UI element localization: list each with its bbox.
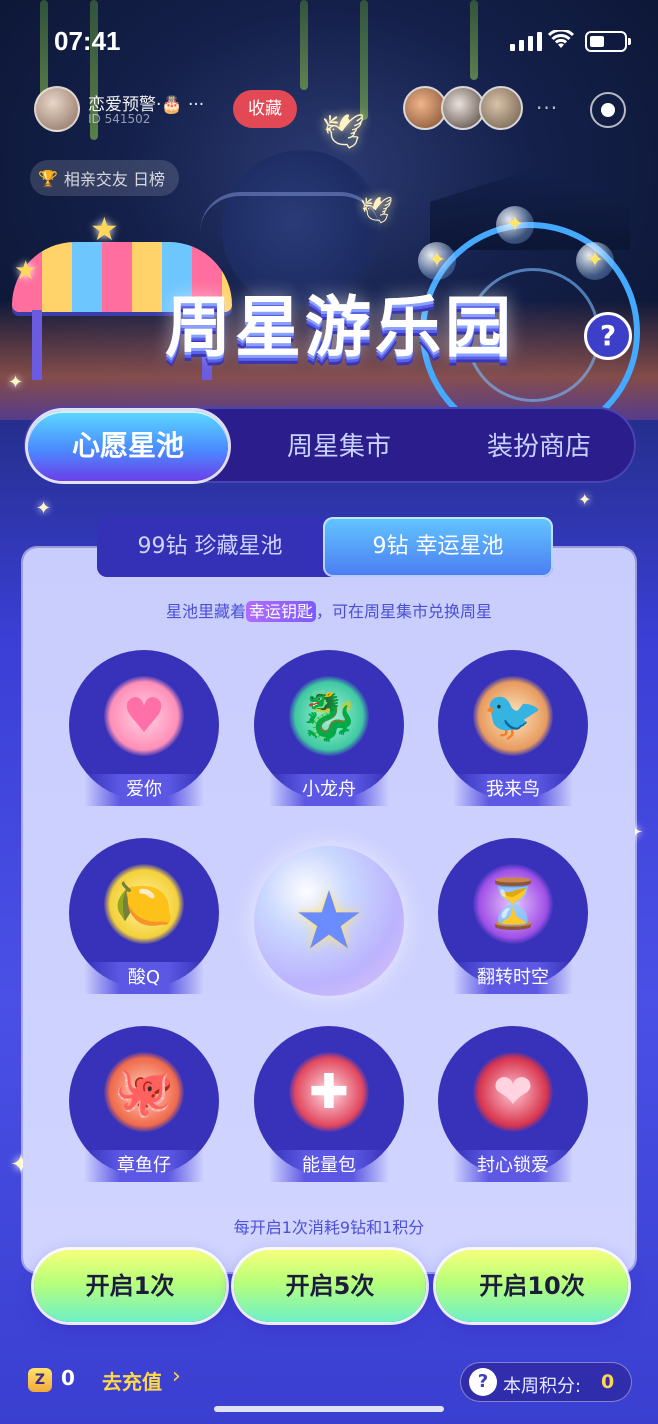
lemon-face-icon: 🍋 [104,864,184,944]
lucky-key-highlight: 幸运钥匙 [245,601,316,622]
help-icon[interactable]: ? [469,1368,497,1396]
prize-item[interactable]: ⏳ 翻转时空 [438,838,588,994]
prize-item[interactable]: ✚ 能量包 [254,1026,404,1182]
bridge [200,192,380,232]
prize-item[interactable]: 🍋 酸Q [69,838,219,994]
weekly-points[interactable]: ? 本周积分: 0 [460,1362,632,1402]
trophy-icon: 🏆 [38,168,58,188]
more-icon[interactable]: ··· [536,96,558,120]
tab-dressup-shop[interactable]: 装扮商店 [444,409,634,485]
star-icon: ★ [293,874,365,967]
cost-text: 每开启1次消耗9钻和1积分 [233,1218,425,1237]
room-id: ID 541502 [88,112,151,126]
prize-label: 封心锁爱 [453,1150,573,1182]
prize-item[interactable]: ♥ 爱你 [69,650,219,806]
room-avatar[interactable] [34,86,80,132]
top-users[interactable] [403,86,523,130]
star-pool-orb[interactable]: ★ [254,846,404,996]
recharge-link[interactable]: 去充值 [102,1366,162,1395]
dragon-boat-icon: 🐉 [289,676,369,756]
hourglass-icon: ⏳ [473,864,553,944]
prize-label: 翻转时空 [453,962,573,994]
tab-lucky-pool[interactable]: 9钻 幸运星池 [323,517,553,577]
tab-star-market[interactable]: 周星集市 [244,409,434,485]
prize-item[interactable]: ❤ 封心锁爱 [438,1026,588,1182]
open-5-button[interactable]: 开启5次 [234,1250,426,1322]
daily-rank-chip[interactable]: 🏆 相亲交友 日榜 [30,160,180,196]
sparkle-icon: ✦ [578,490,592,509]
star-icon: ★ [14,256,38,286]
prize-label: 小龙舟 [269,774,389,806]
sparkle-icon: ✦ [36,498,52,519]
diamond-icon: Z [28,1368,52,1392]
open-1-button[interactable]: 开启1次 [34,1250,226,1322]
sparkle-icon: ✦ [8,372,24,393]
help-button[interactable]: ? [584,312,632,360]
diamond-count: 0 [61,1366,75,1390]
energy-pack-icon: ✚ [289,1052,369,1132]
pool-tabs: 99钻 珍藏星池 9钻 幸运星池 [97,517,553,577]
prize-label: 能量包 [269,1150,389,1182]
prize-item[interactable]: 🐉 小龙舟 [254,650,404,806]
bottom-bar: Z 0 去充值 › ? 本周积分: 0 [0,1350,658,1410]
star-bubble-icon: ✦ [418,242,456,280]
chevron-right-icon[interactable]: › [172,1364,181,1389]
swallow-icon: 🕊 [322,112,366,152]
points-value: 0 [601,1371,615,1393]
prize-item[interactable]: 🐙 章鱼仔 [69,1026,219,1182]
prize-label: 章鱼仔 [84,1150,204,1182]
main-tabs: 心愿星池 周星集市 装扮商店 [24,407,636,483]
points-label: 本周积分: [503,1376,582,1397]
tab-wish-pool[interactable]: 心愿星池 [28,411,228,481]
avatar[interactable] [479,86,523,130]
favorite-button[interactable]: 收藏 [233,90,297,128]
octopus-icon: 🐙 [104,1052,184,1132]
wifi-icon [547,28,575,56]
tab-premium-pool[interactable]: 99钻 珍藏星池 [97,517,323,577]
swallow-icon: 🕊 [360,196,394,226]
prize-label: 爱你 [84,774,204,806]
status-time: 07:41 [54,26,121,56]
open-10-button[interactable]: 开启10次 [436,1250,628,1322]
battery-icon [585,31,631,52]
prize-label: 我来鸟 [453,774,573,806]
record-icon[interactable] [590,92,626,128]
star-icon: ★ [90,210,119,248]
hint-text: ，可在周星集市兑换周星 [316,602,493,621]
signal-icon [510,32,542,51]
star-bubble-icon: ✦ [576,242,614,280]
heart-hand-icon: ♥ [104,676,184,756]
status-bar: 07:41 [0,0,658,86]
prize-item[interactable]: 🐦 我来鸟 [438,650,588,806]
star-bubble-icon: ✦ [496,206,534,244]
hint-text: 星池里藏着 [165,602,246,621]
locked-heart-icon: ❤ [473,1052,553,1132]
prize-label: 酸Q [84,962,204,994]
event-title: 周星游乐园 [100,282,580,374]
bird-icon: 🐦 [473,676,553,756]
home-indicator[interactable] [214,1406,444,1412]
pool-hint: 星池里藏着 幸运钥匙 ，可在周星集市兑换周星 [0,598,658,622]
rank-label: 相亲交友 日榜 [63,170,166,189]
